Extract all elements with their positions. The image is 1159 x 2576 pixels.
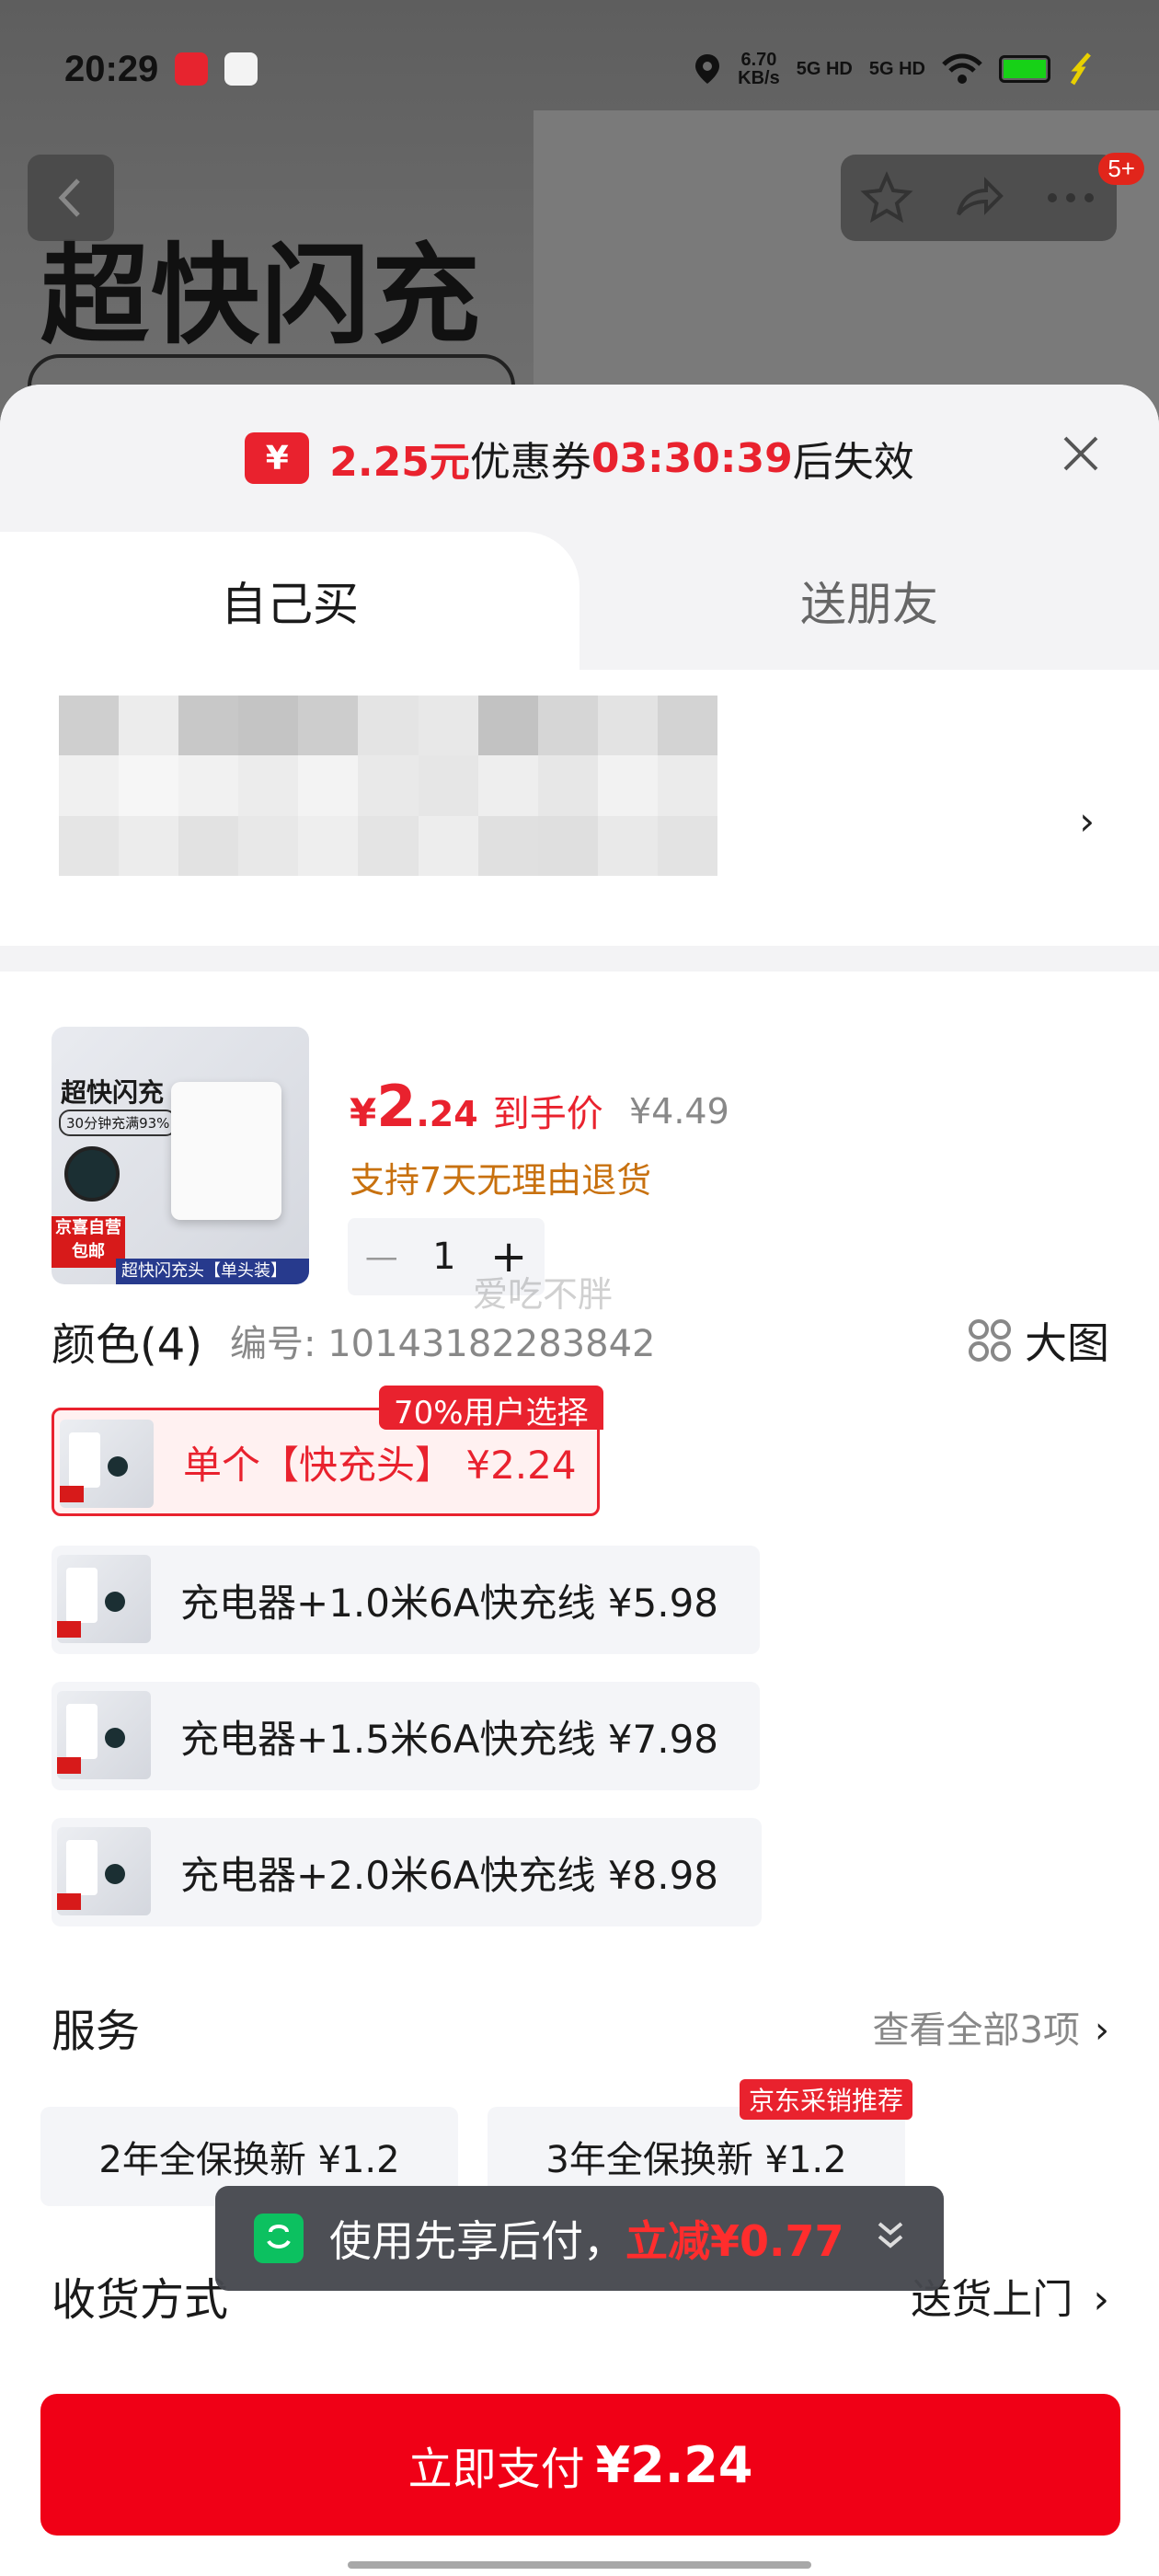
section-divider [0, 946, 1159, 972]
xiaohongshu-app-icon [175, 52, 209, 86]
address-arrow-icon: › [1079, 799, 1095, 844]
option-thumbnail [57, 1555, 151, 1643]
address-row[interactable]: › [0, 670, 1159, 946]
charger-image [171, 1082, 281, 1220]
tab-gift-friend[interactable]: 送朋友 [580, 532, 1159, 670]
map-app-icon [224, 52, 258, 86]
coupon-text-end: 后失效 [792, 439, 914, 486]
home-indicator[interactable] [348, 2561, 811, 2569]
popular-choice-badge: 70%用户选择 [379, 1386, 603, 1432]
chevron-left-icon [58, 178, 80, 217]
coupon-text: 优惠券 [469, 439, 591, 486]
grid-icon [969, 1319, 1011, 1362]
color-option-2[interactable]: 充电器+1.0米6A快充线 ¥5.98 [52, 1546, 760, 1654]
status-time: 20:29 [64, 48, 159, 89]
pay-later-toast[interactable]: 使用先享后付， 立减¥0.77 [215, 2186, 944, 2291]
view-all-services[interactable]: 查看全部3项 › [873, 2000, 1109, 2053]
pay-now-button[interactable]: 立即支付 ¥2.24 [40, 2394, 1120, 2536]
option-label: 充电器+1.5米6A快充线 ¥7.98 [180, 1716, 719, 1762]
option-thumbnail [60, 1420, 154, 1508]
wifi-icon [942, 53, 982, 84]
shopping-bag-icon [254, 2214, 304, 2263]
chevron-right-icon: › [1093, 2276, 1109, 2323]
status-right: 6.70 KB/s 5G HD 5G HD [694, 51, 1095, 87]
back-button[interactable] [28, 155, 114, 241]
service-title: 服务 [52, 2006, 141, 2057]
network-speed: 6.70 KB/s [738, 50, 780, 88]
buy-tabs: 自己买 送朋友 [0, 532, 1159, 670]
color-option-4[interactable]: 充电器+2.0米6A快充线 ¥8.98 [52, 1818, 762, 1926]
thumb-display-icon [64, 1146, 120, 1202]
close-icon[interactable] [1058, 431, 1104, 477]
coupon-banner: ¥ 2.25元 优惠券 03:30:39 后失效 [0, 385, 1159, 532]
signal-2: 5G HD [868, 58, 925, 79]
original-price: ¥4.49 [629, 1091, 729, 1132]
option-label: 充电器+1.0米6A快充线 ¥5.98 [180, 1580, 719, 1626]
option-thumbnail [57, 1827, 151, 1915]
status-bar: 20:29 6.70 KB/s 5G HD 5G HD [0, 37, 1159, 101]
coupon-icon: ¥ [245, 432, 310, 484]
toast-discount: 立减¥0.77 [625, 2216, 844, 2266]
color-title: 颜色(4) [52, 1319, 202, 1371]
option-thumbnail [57, 1691, 151, 1779]
chevron-down-icon[interactable] [874, 2218, 907, 2260]
chevron-right-icon: › [1095, 2009, 1109, 2052]
signal-1: 5G HD [796, 58, 853, 79]
share-icon[interactable] [951, 170, 1006, 225]
coupon-amount: 2.25元 [329, 439, 470, 486]
star-icon[interactable] [859, 170, 914, 225]
product-thumbnail[interactable]: 超快闪充 30分钟充满93% 京喜自营 包邮 超快闪充头【单头装】 [52, 1027, 309, 1284]
pay-label: 立即支付 [407, 2444, 585, 2495]
return-policy: 支持7天无理由退货 [350, 1160, 652, 1201]
shipping-title: 收货方式 [52, 2274, 229, 2326]
thumb-title: 超快闪充 [61, 1077, 165, 1108]
option-label: 单个【快充头】 ¥2.24 [183, 1442, 577, 1488]
coupon-countdown: 03:30:39 [591, 434, 793, 482]
big-view-button[interactable]: 大图 [968, 1310, 1109, 1371]
jd-recommend-badge: 京东采销推荐 [740, 2079, 913, 2120]
quantity-value[interactable]: 1 [432, 1236, 455, 1278]
thumb-subtitle: 30分钟充满93% [59, 1110, 178, 1136]
message-badge: 5+ [1098, 153, 1144, 185]
product-code: 编号: 10143182283842 [230, 1323, 656, 1365]
address-mosaic [59, 696, 717, 876]
charging-icon [1070, 52, 1091, 86]
tab-buy-self[interactable]: 自己买 [0, 532, 580, 670]
battery-icon [999, 55, 1050, 83]
minus-button[interactable]: — [365, 1238, 398, 1276]
thumb-badge: 京喜自营 包邮 [52, 1216, 125, 1268]
pay-amount: ¥2.24 [595, 2435, 753, 2494]
top-actions [841, 155, 1117, 241]
option-label: 充电器+2.0米6A快充线 ¥8.98 [180, 1852, 719, 1898]
color-header: 颜色(4) 编号: 10143182283842 大图 [52, 1308, 1109, 1373]
service-header: 服务 查看全部3项 › [52, 1995, 1109, 2059]
location-icon [695, 54, 720, 84]
thumb-caption: 超快闪充头【单头装】 [116, 1259, 309, 1284]
final-price: ¥2.24 到手价 [350, 1073, 603, 1140]
more-icon[interactable] [1043, 189, 1098, 207]
product-summary: 超快闪充 30分钟充满93% 京喜自营 包邮 超快闪充头【单头装】 ¥2.24 到… [0, 972, 1159, 1315]
toast-text: 使用先享后付， [329, 2216, 625, 2266]
color-option-3[interactable]: 充电器+1.5米6A快充线 ¥7.98 [52, 1682, 760, 1790]
